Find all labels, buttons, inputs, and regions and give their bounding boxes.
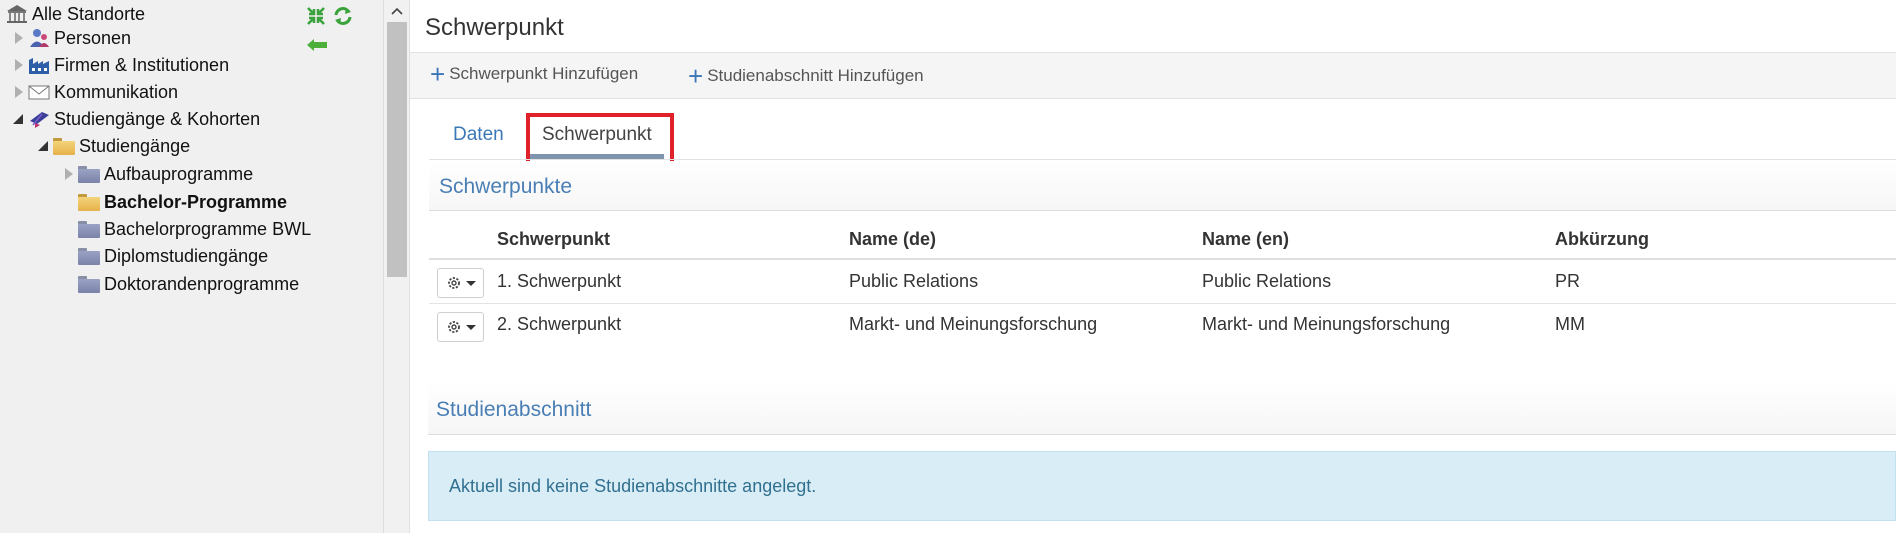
tree-item-label: Firmen & Institutionen <box>54 54 230 75</box>
tabs-divider <box>429 159 1896 160</box>
table-cell: Markt- und Meinungsforschung <box>1202 314 1451 334</box>
tree-item-studiengaenge-kohorten[interactable]: Studiengänge & Kohorten <box>12 106 260 132</box>
tab-daten[interactable]: Daten <box>441 114 516 156</box>
row-actions-button[interactable] <box>437 312 484 342</box>
expand-icon[interactable] <box>12 85 24 99</box>
folder-icon <box>78 219 100 239</box>
column-header: Schwerpunkt <box>497 229 611 249</box>
add-schwerpunkt-button[interactable]: + Schwerpunkt Hinzufügen <box>430 59 639 89</box>
add-schwerpunkt-label: Schwerpunkt Hinzufügen <box>449 64 639 83</box>
graduation-cap-icon <box>28 109 50 129</box>
tree-item-diplomstudiengaenge[interactable]: Diplomstudiengänge <box>74 243 268 269</box>
scroll-thumb[interactable] <box>387 22 407 277</box>
tree-item-bachelor-programme[interactable]: Bachelor-Programme <box>74 189 287 215</box>
row-actions-button[interactable] <box>437 268 484 298</box>
schwerpunkte-title: Schwerpunkte <box>439 175 573 198</box>
tree-root[interactable]: Alle Standorte <box>6 1 145 27</box>
tab-highlight-box <box>526 113 674 165</box>
schwerpunkte-section-header: Schwerpunkte <box>429 161 1896 211</box>
tree-item-label: Kommunikation <box>54 81 179 102</box>
tree-item-label: Bachelorprogramme BWL <box>104 218 312 239</box>
table-row: 2. Schwerpunkt Markt- und Meinungsforsch… <box>429 304 1896 347</box>
collapse-all-icon[interactable] <box>306 6 326 31</box>
tree-item-kommunikation[interactable]: Kommunikation <box>12 79 178 105</box>
table-cell: PR <box>1555 271 1581 291</box>
tree-item-personen[interactable]: Personen <box>12 25 131 51</box>
table-row: 1. Schwerpunkt Public Relations Public R… <box>429 260 1896 303</box>
building-icon <box>6 4 28 24</box>
open-folder-icon <box>78 192 100 212</box>
refresh-icon[interactable] <box>332 5 354 32</box>
page-title: Schwerpunkt <box>425 14 564 41</box>
empty-notice: Aktuell sind keine Studienabschnitte ang… <box>428 451 1896 521</box>
tree-item-label: Personen <box>54 27 132 48</box>
toolbar: + Schwerpunkt Hinzufügen + Studienabschn… <box>410 53 1896 99</box>
column-header: Name (en) <box>1202 229 1290 249</box>
table-cell: Public Relations <box>1202 271 1332 291</box>
tree-item-firmen[interactable]: Firmen & Institutionen <box>12 52 229 78</box>
tree-item-label: Diplomstudiengänge <box>104 245 269 266</box>
collapse-icon[interactable] <box>12 112 24 126</box>
back-arrow-icon[interactable] <box>306 36 328 57</box>
table-cell: 1. Schwerpunkt <box>497 271 622 291</box>
gear-icon <box>447 321 460 333</box>
people-icon <box>28 28 50 48</box>
add-studienabschnitt-button[interactable]: + Studienabschnitt Hinzufügen <box>688 61 924 91</box>
folder-icon <box>78 164 100 184</box>
table-cell: Markt- und Meinungsforschung <box>849 314 1098 334</box>
chevron-down-icon <box>465 280 476 286</box>
tree-tools <box>306 6 366 56</box>
gear-icon <box>447 277 460 289</box>
table-cell: 2. Schwerpunkt <box>497 314 622 334</box>
tree-item-studiengaenge[interactable]: Studiengänge <box>37 133 190 159</box>
factory-icon <box>28 55 50 75</box>
chevron-down-icon <box>465 324 476 330</box>
column-header: Name (de) <box>849 229 937 249</box>
schwerpunkte-table-header: Schwerpunkt Name (de) Name (en) Abkürzun… <box>429 212 1896 260</box>
tree-panel: Alle Standorte Personen Firmen & Institu… <box>0 0 383 533</box>
expand-icon[interactable] <box>12 31 24 45</box>
tree-item-aufbauprogramme[interactable]: Aufbauprogramme <box>62 161 253 187</box>
studienabschnitt-title: Studienabschnitt <box>436 398 592 421</box>
collapse-icon[interactable] <box>37 139 49 153</box>
tree-item-doktorandenprogramme[interactable]: Doktorandenprogramme <box>74 271 299 297</box>
tree-item-label: Studiengänge & Kohorten <box>54 108 261 129</box>
tree-item-label: Doktorandenprogramme <box>104 273 300 294</box>
tree-root-label: Alle Standorte <box>32 3 146 24</box>
table-cell: MM <box>1555 314 1585 334</box>
expand-icon[interactable] <box>12 58 24 72</box>
plus-icon: + <box>430 59 446 89</box>
open-folder-icon <box>53 136 75 156</box>
folder-icon <box>78 246 100 266</box>
envelope-icon <box>28 82 50 102</box>
folder-icon <box>78 274 100 294</box>
add-studienabschnitt-label: Studienabschnitt Hinzufügen <box>707 66 924 85</box>
expand-icon[interactable] <box>62 167 74 181</box>
tree-item-label: Studiengänge <box>79 135 191 156</box>
column-header: Abkürzung <box>1555 229 1649 249</box>
tree-item-bachelorprogramme-bwl[interactable]: Bachelorprogramme BWL <box>74 216 311 242</box>
plus-icon: + <box>688 61 704 91</box>
empty-notice-text: Aktuell sind keine Studienabschnitte ang… <box>449 476 817 496</box>
tree-item-label-selected: Bachelor-Programme <box>104 191 288 212</box>
scroll-up-arrow-icon[interactable] <box>384 0 410 22</box>
tree-scrollbar[interactable] <box>383 0 409 533</box>
tab-daten-label: Daten <box>453 124 504 145</box>
table-cell: Public Relations <box>849 271 979 291</box>
tree-item-label: Aufbauprogramme <box>104 163 254 184</box>
studienabschnitt-section-header: Studienabschnitt <box>428 381 1896 435</box>
